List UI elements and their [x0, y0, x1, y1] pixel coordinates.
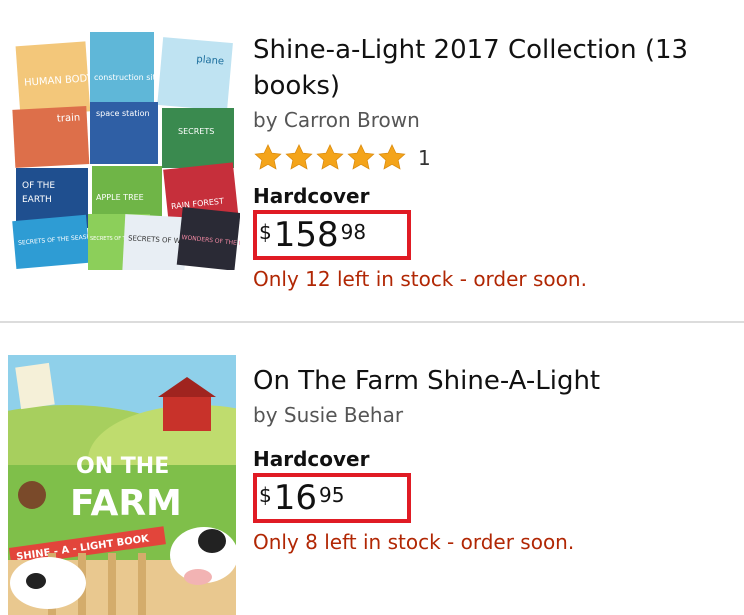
rating-count[interactable]: 1 [418, 146, 431, 170]
cover-label: construction site [94, 73, 161, 82]
cover-label: SECRETS [178, 127, 214, 136]
price-fraction: 98 [340, 220, 367, 244]
cover-label: train [57, 112, 81, 124]
product-image[interactable]: ON THE FARM SHINE - A - LIGHT BOOK [8, 355, 236, 615]
product-title[interactable]: On The Farm Shine-A-Light [253, 363, 723, 399]
format-label[interactable]: Hardcover [253, 184, 723, 208]
cover-label: EARTH [22, 195, 52, 205]
book-collage-image: HUMAN BODY construction site plane train… [10, 30, 240, 270]
price-currency: $ [259, 220, 272, 244]
cover-label: space station [96, 109, 150, 118]
product-author: by Carron Brown [253, 108, 420, 132]
price-whole: 16 [273, 478, 317, 518]
cover-label: APPLE TREE [96, 193, 144, 202]
stock-status: Only 8 left in stock - order soon. [253, 530, 575, 554]
cover-label: OF THE [22, 181, 55, 191]
result-item-shine-a-light-collection[interactable]: HUMAN BODY construction site plane train… [0, 0, 744, 322]
price-fraction: 95 [319, 483, 345, 507]
result-item-on-the-farm[interactable]: ON THE FARM SHINE - A - LIGHT BOOK On Th… [0, 323, 744, 615]
farm-book-cover-image: ON THE FARM SHINE - A - LIGHT BOOK [8, 355, 236, 615]
cover-label: ON THE [76, 454, 169, 479]
stock-status: Only 12 left in stock - order soon. [253, 267, 587, 291]
price-highlight-box: $ 158 98 [253, 210, 411, 260]
rating-stars[interactable]: 1 [253, 142, 723, 174]
product-image[interactable]: HUMAN BODY construction site plane train… [10, 30, 240, 270]
format-label[interactable]: Hardcover [253, 447, 723, 471]
star-icon [347, 143, 375, 170]
price-currency: $ [259, 483, 272, 507]
product-title[interactable]: Shine-a-Light 2017 Collection (13 books) [253, 32, 723, 104]
price-whole: 158 [273, 215, 339, 255]
star-icon [254, 143, 282, 170]
product-author: by Susie Behar [253, 403, 404, 427]
star-icon [316, 143, 344, 170]
cover-label: FARM [70, 483, 182, 524]
star-icon [285, 143, 313, 170]
star-icon [378, 143, 406, 170]
price-highlight-box: $ 16 95 [253, 473, 411, 523]
